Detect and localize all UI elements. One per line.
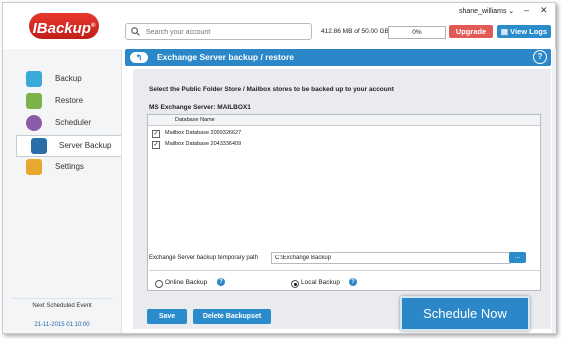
sidebar-item-restore[interactable]: Restore — [13, 91, 121, 111]
help-icon[interactable]: ? — [533, 50, 547, 64]
search-icon — [131, 27, 140, 36]
search-box[interactable] — [125, 23, 312, 41]
main-panel: Select the Public Folder Store / Mailbox… — [133, 69, 551, 329]
browse-button[interactable]: ... — [509, 252, 526, 263]
options-divider — [149, 270, 541, 271]
server-label: MS Exchange Server: MAILBOX1 — [149, 104, 251, 111]
sidebar-item-settings[interactable]: Settings — [13, 157, 121, 177]
search-input[interactable] — [144, 24, 308, 41]
usage-percent-bar: 0% — [388, 26, 446, 39]
gear-icon — [26, 159, 42, 175]
save-button[interactable]: Save — [147, 309, 187, 324]
delete-backupset-button[interactable]: Delete Backupset — [193, 309, 271, 324]
temp-path-label: Exchange Server backup temporary path — [149, 255, 259, 261]
page-header: ↰ Exchange Server backup / restore ? — [125, 49, 551, 66]
sidebar-item-backup[interactable]: Backup — [13, 69, 121, 89]
logs-icon: ▤ — [500, 27, 511, 36]
minimize-button[interactable]: – — [524, 5, 529, 15]
app-window: IBackup® shane_williams ⌄ – ✕ 412.86 MB … — [2, 2, 556, 334]
scrollbar[interactable] — [552, 49, 556, 333]
sidebar-item-scheduler[interactable]: Scheduler — [13, 113, 121, 133]
row-checkbox[interactable]: ✓ — [152, 130, 160, 138]
title-bar: IBackup® shane_williams ⌄ – ✕ 412.86 MB … — [3, 3, 555, 49]
table-row[interactable]: ✓ Mailbox Database 2043336409 — [148, 139, 540, 149]
next-event-label: Next Scheduled Event — [32, 303, 92, 309]
table-row[interactable]: ✓ Mailbox Database 2099326627 — [148, 128, 540, 138]
ibackup-logo: IBackup® — [29, 13, 99, 39]
database-name: Mailbox Database 2043336409 — [165, 141, 242, 147]
help-icon[interactable]: ? — [349, 278, 357, 286]
database-table: Database Name ✓ Mailbox Database 2099326… — [147, 114, 541, 291]
temp-path-input[interactable] — [271, 252, 511, 264]
local-backup-label: Local Backup — [301, 279, 341, 286]
back-button[interactable]: ↰ — [130, 52, 148, 63]
sidebar-divider — [11, 298, 113, 299]
page-title: Exchange Server backup / restore — [157, 52, 295, 62]
instruction-text: Select the Public Folder Store / Mailbox… — [149, 86, 394, 93]
online-backup-label: Online Backup — [165, 279, 208, 286]
column-database-name: Database Name — [175, 117, 215, 123]
database-name: Mailbox Database 2099326627 — [165, 130, 242, 136]
row-checkbox[interactable]: ✓ — [152, 141, 160, 149]
clock-icon — [26, 115, 42, 131]
user-menu[interactable]: shane_williams ⌄ — [459, 7, 514, 15]
help-icon[interactable]: ? — [217, 278, 225, 286]
server-icon — [31, 138, 47, 154]
upload-cloud-icon — [26, 71, 42, 87]
view-logs-button[interactable]: ▤ View Logs — [497, 25, 551, 38]
sidebar: Backup Restore Scheduler Server Backup S… — [3, 49, 122, 333]
table-header: Database Name — [148, 115, 540, 126]
sidebar-item-server-backup[interactable]: Server Backup — [16, 135, 121, 157]
schedule-now-button[interactable]: Schedule Now — [400, 296, 530, 331]
local-backup-radio[interactable] — [291, 280, 299, 288]
online-backup-radio[interactable] — [155, 280, 163, 288]
close-button[interactable]: ✕ — [540, 5, 548, 16]
upgrade-button[interactable]: Upgrade — [449, 25, 493, 38]
download-cloud-icon — [26, 93, 42, 109]
next-event-date: 21-11-2015 01:10:00 — [34, 322, 90, 328]
